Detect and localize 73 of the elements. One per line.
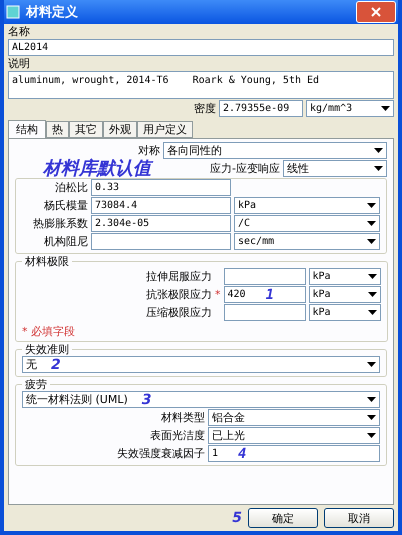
field-label: 机构阻尼 [43, 235, 88, 248]
dialog-button[interactable]: 确定 [248, 508, 318, 528]
field-label: 压缩极限应力 [146, 306, 212, 319]
field-label: 表面光洁度 [149, 429, 205, 442]
group-title: 失效准则 [24, 343, 70, 356]
field-label: 密度 [194, 102, 216, 115]
value-field[interactable] [224, 268, 306, 285]
symmetry-dropdown[interactable]: 各向同性的 [163, 142, 387, 159]
window-title: 材料定义 [26, 6, 79, 18]
required-marker: * [215, 288, 220, 301]
fatigue-dropdown[interactable]: 统一材料法则 (UML) 3 [22, 391, 380, 408]
value-field[interactable] [224, 304, 306, 321]
response-dropdown[interactable]: 线性 [283, 160, 387, 177]
tab[interactable]: 结构 [8, 120, 46, 138]
value-field[interactable]: 420 1 [224, 286, 306, 303]
dropdown-caret-icon [368, 292, 376, 297]
handwritten-number: 1 [266, 288, 274, 302]
field-label: 抗张极限应力 [146, 288, 212, 301]
field-label: 应力-应变响应 [210, 162, 280, 175]
handwritten-number: 4 [238, 446, 246, 460]
tab[interactable]: 外观 [103, 121, 137, 138]
field-label: 泊松比 [54, 181, 88, 194]
unit-dropdown[interactable]: kg/mm^3 [306, 100, 394, 117]
dropdown-caret-icon [367, 415, 376, 420]
tab[interactable]: 用户定义 [137, 121, 193, 138]
dropdown-caret-icon [374, 166, 383, 171]
handwritten-number: 5 [232, 511, 242, 525]
dropdown-caret-icon [368, 310, 376, 315]
field-label: 热膨胀系数 [32, 217, 88, 230]
unit-dropdown[interactable]: kPa [308, 286, 380, 303]
fatigue-dropdown[interactable]: 已上光 [208, 427, 380, 444]
field-label: 失效强度衰减因子 [116, 447, 205, 460]
value-field[interactable]: 73084.4 [91, 197, 231, 214]
tab[interactable]: 热 [46, 121, 69, 138]
unit-dropdown[interactable]: /C [234, 215, 380, 232]
unit-dropdown[interactable]: kPa [308, 304, 380, 321]
close-button[interactable] [356, 1, 396, 23]
handwritten-number: 2 [51, 358, 61, 372]
density-field[interactable]: 2.79355e-09 [219, 100, 303, 117]
dropdown-caret-icon [367, 221, 376, 226]
fatigue-dropdown[interactable]: 铝合金 [208, 409, 380, 426]
field-label: 拉伸屈服应力 [146, 270, 212, 283]
tab[interactable]: 其它 [69, 121, 103, 138]
value-field[interactable] [91, 233, 231, 250]
dropdown-caret-icon [367, 362, 376, 367]
required-field-note: * 必填字段 [22, 325, 76, 338]
dropdown-caret-icon [368, 274, 376, 279]
group-title: 疲劳 [24, 378, 48, 391]
handwritten-number: 3 [142, 392, 152, 406]
close-icon [371, 7, 381, 17]
dropdown-caret-icon [374, 148, 383, 153]
name-field[interactable]: AL2014 [8, 39, 394, 56]
failure-criterion-dropdown[interactable]: 无 2 [22, 356, 380, 373]
group-title: 材料极限 [24, 255, 70, 268]
dropdown-caret-icon [367, 433, 376, 438]
value-field[interactable]: 2.304e-05 [91, 215, 231, 232]
dropdown-caret-icon [367, 239, 376, 244]
field-label: 对称 [138, 144, 160, 157]
field-label: 材料类型 [160, 411, 205, 424]
dialog-button[interactable]: 取消 [324, 508, 394, 528]
dropdown-caret-icon [381, 106, 390, 111]
value-field[interactable]: 1 4 [208, 445, 380, 462]
unit-dropdown[interactable]: kPa [308, 268, 380, 285]
dropdown-caret-icon [367, 203, 376, 208]
field-label: 说明 [8, 57, 31, 70]
unit-dropdown[interactable]: kPa [234, 197, 380, 214]
window-icon [6, 5, 20, 19]
dropdown-caret-icon [367, 397, 376, 402]
value-field[interactable]: 0.33 [91, 179, 231, 196]
description-field[interactable]: aluminum, wrought, 2014-T6 Roark & Young, 5th Ed [8, 71, 394, 99]
unit-dropdown[interactable]: sec/mm [234, 233, 380, 250]
field-label: 名称 [8, 25, 31, 38]
field-label: 杨氏模量 [43, 199, 88, 212]
